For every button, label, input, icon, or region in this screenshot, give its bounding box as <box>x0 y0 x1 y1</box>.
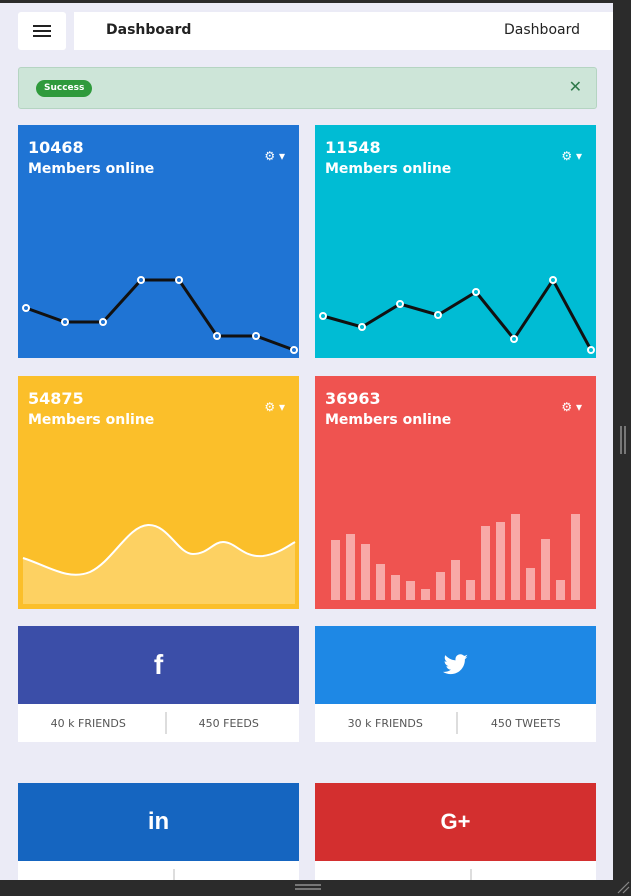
area-chart <box>22 523 296 604</box>
resize-corner-icon[interactable] <box>616 880 630 894</box>
gear-icon[interactable]: ⚙ ▾ <box>264 149 285 163</box>
line-chart-1 <box>22 276 298 354</box>
stat-divider <box>470 869 472 880</box>
google-plus-stats <box>315 861 596 880</box>
stat-card-1: 10468 Members online ⚙ ▾ <box>18 125 299 358</box>
gear-icon[interactable]: ⚙ ▾ <box>561 149 582 163</box>
card-label: Members online <box>28 412 155 428</box>
bottom-grip-icon[interactable] <box>295 884 321 892</box>
gear-icon[interactable]: ⚙ ▾ <box>561 400 582 414</box>
close-icon[interactable]: ✕ <box>569 77 582 96</box>
google-plus-icon: G+ <box>440 809 471 834</box>
card-value: 11548 <box>325 138 381 157</box>
facebook-feeds: 450 FEEDS <box>198 716 259 730</box>
stat-divider <box>165 712 167 734</box>
twitter-header[interactable] <box>315 626 596 704</box>
twitter-stats: 30 k FRIENDS 450 TWEETS <box>315 704 596 742</box>
card-value: 36963 <box>325 389 381 408</box>
google-plus-header[interactable]: G+ <box>315 783 596 861</box>
stat-card-2: 11548 Members online ⚙ ▾ <box>315 125 596 358</box>
google-plus-card: G+ <box>315 783 596 880</box>
top-edge <box>0 0 613 3</box>
linkedin-icon: in <box>147 808 170 835</box>
facebook-card: f 40 k FRIENDS 450 FEEDS <box>18 626 299 742</box>
linkedin-header[interactable]: in <box>18 783 299 861</box>
app-window: Dashboard Dashboard Success ✕ 10468 Memb… <box>0 0 613 880</box>
facebook-icon: f <box>153 649 164 680</box>
stat-card-4: 36963 Members online ⚙ ▾ <box>315 376 596 609</box>
facebook-stats: 40 k FRIENDS 450 FEEDS <box>18 704 299 742</box>
twitter-icon <box>442 654 468 675</box>
facebook-friends: 40 k FRIENDS <box>50 716 126 730</box>
twitter-tweets: 450 TWEETS <box>490 716 561 730</box>
twitter-card: 30 k FRIENDS 450 TWEETS <box>315 626 596 742</box>
menu-button[interactable] <box>18 12 66 50</box>
linkedin-card: in <box>18 783 299 880</box>
hamburger-icon <box>33 25 51 37</box>
line-chart-2 <box>319 276 595 354</box>
card-label: Members online <box>28 161 155 177</box>
card-value: 10468 <box>28 138 84 157</box>
breadcrumb[interactable]: Dashboard <box>504 22 580 38</box>
linkedin-stats <box>18 861 299 880</box>
card-value: 54875 <box>28 389 84 408</box>
bar-chart <box>331 514 580 600</box>
splitter-handle-icon[interactable] <box>619 426 627 454</box>
card-label: Members online <box>325 412 452 428</box>
stat-divider <box>456 712 458 734</box>
gear-icon[interactable]: ⚙ ▾ <box>264 400 285 414</box>
page-title: Dashboard <box>106 22 192 38</box>
stat-divider <box>173 869 175 880</box>
twitter-friends: 30 k FRIENDS <box>347 716 423 730</box>
success-alert: Success ✕ <box>18 67 597 109</box>
facebook-header[interactable]: f <box>18 626 299 704</box>
stat-card-3: 54875 Members online ⚙ ▾ <box>18 376 299 609</box>
header-bar: Dashboard Dashboard <box>74 12 613 50</box>
card-label: Members online <box>325 161 452 177</box>
status-badge: Success <box>36 80 93 97</box>
